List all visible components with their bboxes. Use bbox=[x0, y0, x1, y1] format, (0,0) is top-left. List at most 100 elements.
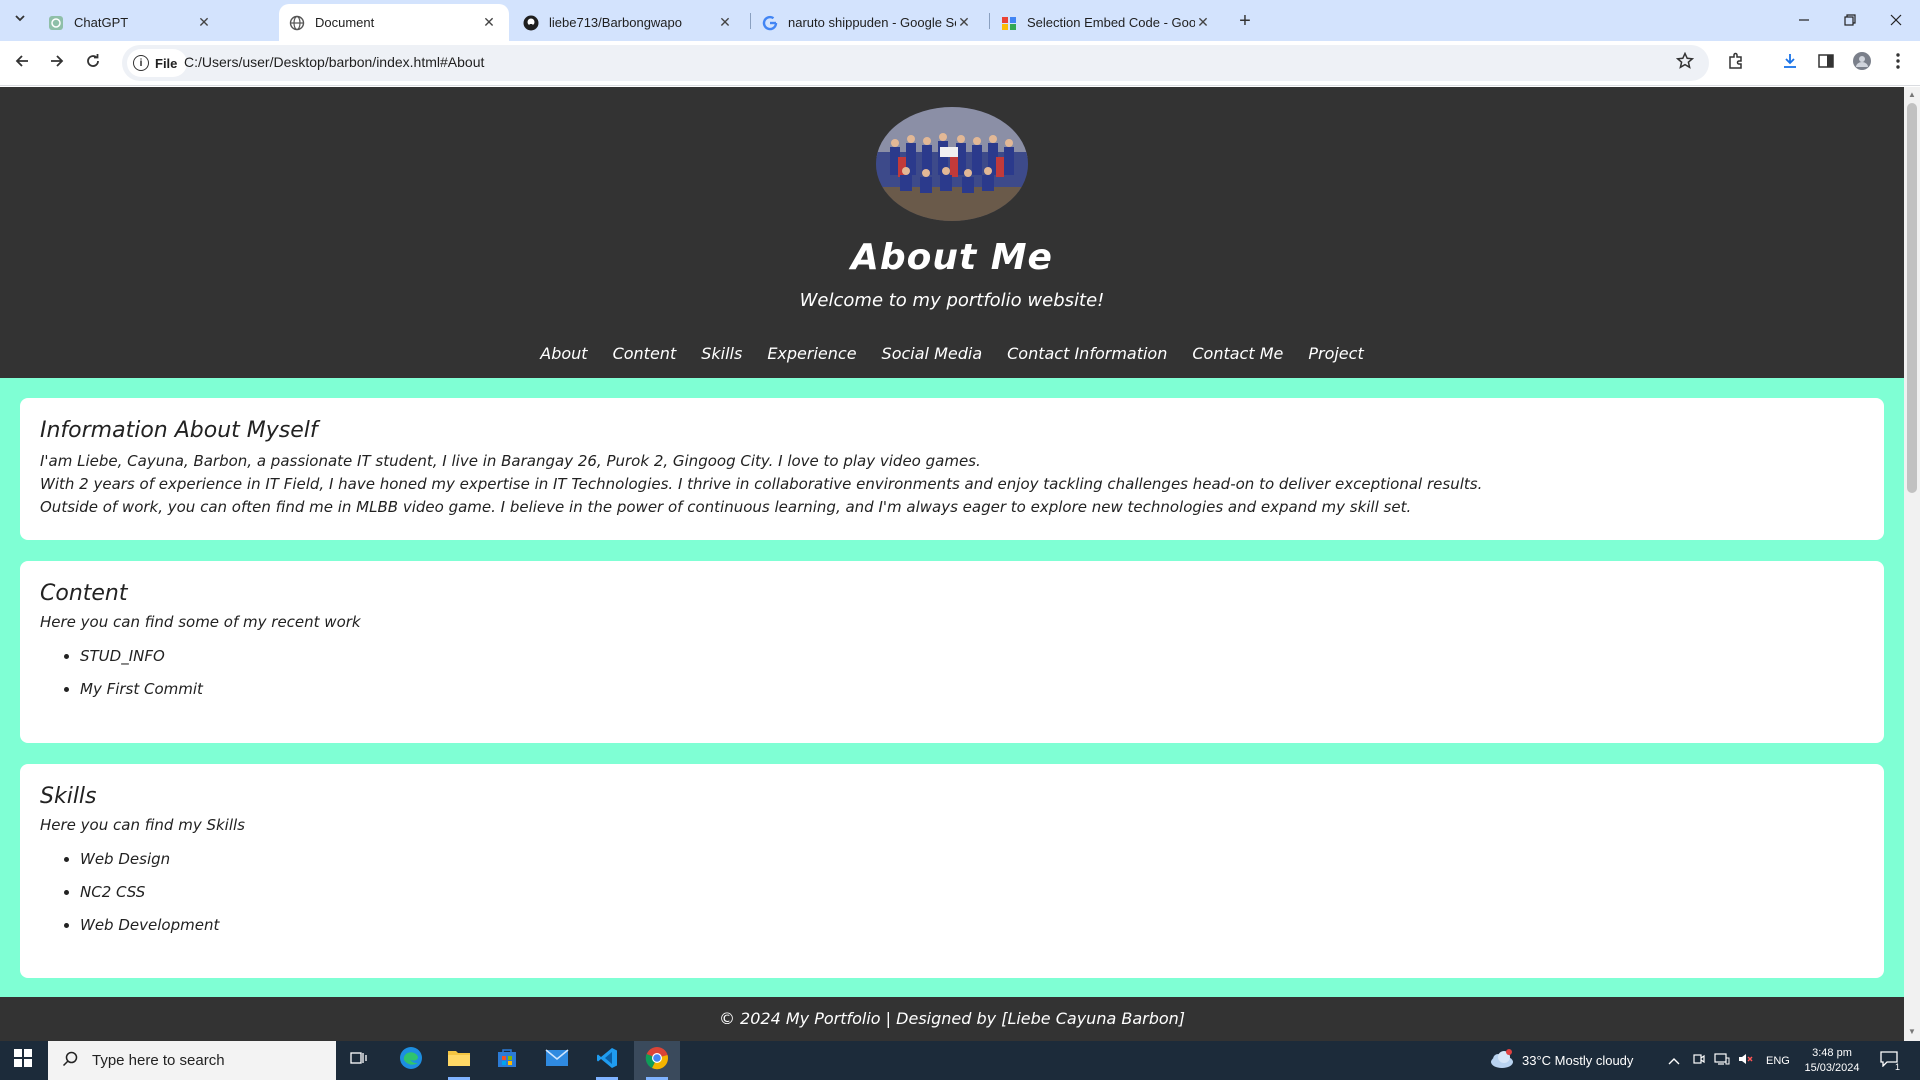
folder-icon bbox=[447, 1048, 471, 1073]
windows-icon bbox=[14, 1049, 32, 1072]
info-icon: i bbox=[133, 55, 149, 71]
start-button[interactable] bbox=[0, 1041, 46, 1080]
new-tab-button[interactable]: + bbox=[1233, 9, 1257, 33]
tab-google-search[interactable]: naruto shippuden - Google Sea ✕ bbox=[752, 4, 984, 41]
search-icon bbox=[62, 1051, 82, 1071]
tab-title: Document bbox=[315, 15, 375, 30]
tab-title: ChatGPT bbox=[74, 15, 129, 30]
tab-google-sites[interactable]: Selection Embed Code - Googl ✕ bbox=[991, 4, 1223, 41]
plus-icon: + bbox=[1239, 9, 1251, 32]
side-panel-button[interactable] bbox=[1813, 50, 1839, 76]
address-bar[interactable]: i File C:/Users/user/Desktop/barbon/inde… bbox=[122, 45, 1709, 81]
tray-meet-now[interactable] bbox=[1692, 1041, 1706, 1080]
cloud-icon bbox=[1488, 1049, 1514, 1072]
nav-link-contact-information[interactable]: Contact Information bbox=[1007, 344, 1167, 363]
task-view-icon bbox=[350, 1050, 368, 1071]
taskbar-file-explorer[interactable] bbox=[436, 1041, 482, 1080]
tray-overflow-button[interactable] bbox=[1668, 1041, 1680, 1080]
notification-center-button[interactable]: 1 bbox=[1880, 1041, 1900, 1080]
search-placeholder: Type here to search bbox=[92, 1052, 225, 1069]
extensions-button[interactable] bbox=[1723, 50, 1749, 76]
edge-icon bbox=[399, 1046, 423, 1075]
tab-search-button[interactable] bbox=[8, 8, 32, 32]
profile-photo bbox=[876, 107, 1028, 221]
about-line: I'am Liebe, Cayuna, Barbon, a passionate… bbox=[40, 452, 981, 470]
tray-language[interactable]: ENG bbox=[1766, 1041, 1790, 1080]
taskbar-edge[interactable] bbox=[388, 1041, 434, 1080]
nav-link-skills[interactable]: Skills bbox=[701, 344, 742, 363]
menu-button[interactable] bbox=[1885, 50, 1911, 76]
site-info-chip[interactable]: i File bbox=[127, 49, 188, 77]
restore-button[interactable] bbox=[1827, 0, 1873, 41]
taskbar-mail[interactable] bbox=[534, 1041, 580, 1080]
page-subtitle: Welcome to my portfolio website! bbox=[799, 290, 1105, 311]
page-title: About Me bbox=[851, 237, 1053, 278]
tab-title: Selection Embed Code - Googl bbox=[1027, 15, 1195, 30]
tray-network[interactable] bbox=[1714, 1041, 1730, 1080]
nav-link-contact-me[interactable]: Contact Me bbox=[1192, 344, 1283, 363]
site-header: About Me Welcome to my portfolio website… bbox=[0, 87, 1904, 378]
tray-volume[interactable] bbox=[1738, 1041, 1754, 1080]
main-nav: About Content Skills Experience Social M… bbox=[0, 344, 1904, 363]
clock-time: 3:48 pm bbox=[1812, 1046, 1852, 1059]
taskbar-store[interactable] bbox=[484, 1041, 530, 1080]
notification-count: 1 bbox=[1894, 1062, 1900, 1072]
back-button[interactable] bbox=[8, 49, 36, 77]
nav-link-project[interactable]: Project bbox=[1308, 344, 1363, 363]
nav-link-content[interactable]: Content bbox=[613, 344, 677, 363]
volume-muted-icon bbox=[1738, 1052, 1754, 1069]
tab-document[interactable]: Document ✕ bbox=[279, 4, 509, 41]
close-window-button[interactable] bbox=[1873, 0, 1919, 41]
taskbar-chrome[interactable] bbox=[634, 1041, 680, 1080]
side-panel-icon bbox=[1817, 52, 1835, 75]
star-icon bbox=[1675, 51, 1695, 75]
store-icon bbox=[496, 1047, 518, 1074]
weather-text: 33°C Mostly cloudy bbox=[1522, 1053, 1634, 1068]
url-text[interactable]: C:/Users/user/Desktop/barbon/index.html#… bbox=[184, 54, 484, 70]
reload-icon bbox=[85, 53, 101, 74]
scroll-up-icon[interactable]: ▲ bbox=[1908, 90, 1916, 99]
list-item: Web Design bbox=[80, 848, 219, 881]
bookmark-button[interactable] bbox=[1675, 51, 1695, 75]
taskbar-vscode[interactable] bbox=[584, 1041, 630, 1080]
restore-icon bbox=[1844, 13, 1856, 29]
scrollbar-thumb[interactable] bbox=[1907, 103, 1917, 493]
forward-button[interactable] bbox=[43, 49, 71, 77]
nav-link-social-media[interactable]: Social Media bbox=[882, 344, 983, 363]
close-tab-icon[interactable]: ✕ bbox=[956, 14, 972, 31]
close-tab-icon[interactable]: ✕ bbox=[481, 14, 497, 31]
reload-button[interactable] bbox=[79, 49, 107, 77]
taskbar-search[interactable]: Type here to search bbox=[48, 1041, 336, 1080]
nav-link-about[interactable]: About bbox=[540, 344, 587, 363]
tab-github[interactable]: liebe713/Barbongwapo ✕ bbox=[513, 4, 745, 41]
downloads-button[interactable] bbox=[1777, 50, 1803, 76]
clock-date: 15/03/2024 bbox=[1804, 1061, 1860, 1074]
close-tab-icon[interactable]: ✕ bbox=[196, 14, 212, 31]
about-section: Information About Myself I'am Liebe, Cay… bbox=[20, 398, 1884, 540]
minimize-button[interactable] bbox=[1781, 0, 1827, 41]
puzzle-icon bbox=[1727, 52, 1745, 75]
weather-widget[interactable]: 33°C Mostly cloudy bbox=[1488, 1041, 1633, 1080]
scroll-down-icon[interactable]: ▼ bbox=[1908, 1027, 1916, 1036]
task-view-button[interactable] bbox=[336, 1041, 382, 1080]
arrow-left-icon bbox=[14, 53, 30, 74]
site-chip-label: File bbox=[155, 55, 178, 71]
nav-link-experience[interactable]: Experience bbox=[767, 344, 856, 363]
list-item: NC2 CSS bbox=[80, 881, 219, 914]
close-tab-icon[interactable]: ✕ bbox=[717, 14, 733, 31]
vscode-icon bbox=[596, 1047, 618, 1074]
content-section: Content Here you can find some of my rec… bbox=[20, 561, 1884, 743]
tray-clock[interactable]: 3:48 pm 15/03/2024 bbox=[1802, 1041, 1862, 1080]
content-intro: Here you can find some of my recent work bbox=[40, 613, 361, 631]
avatar bbox=[1852, 51, 1872, 76]
close-tab-icon[interactable]: ✕ bbox=[1195, 14, 1211, 31]
list-item: My First Commit bbox=[80, 678, 203, 711]
google-icon bbox=[762, 15, 778, 31]
profile-button[interactable] bbox=[1849, 50, 1875, 76]
tab-separator bbox=[750, 13, 751, 29]
notification-icon: 1 bbox=[1880, 1051, 1900, 1072]
content-list: STUD_INFO My First Commit bbox=[80, 645, 203, 711]
page-scrollbar[interactable]: ▲ ▼ bbox=[1904, 87, 1920, 1041]
minimize-icon bbox=[1798, 13, 1810, 29]
tab-chatgpt[interactable]: ChatGPT ✕ bbox=[38, 4, 224, 41]
